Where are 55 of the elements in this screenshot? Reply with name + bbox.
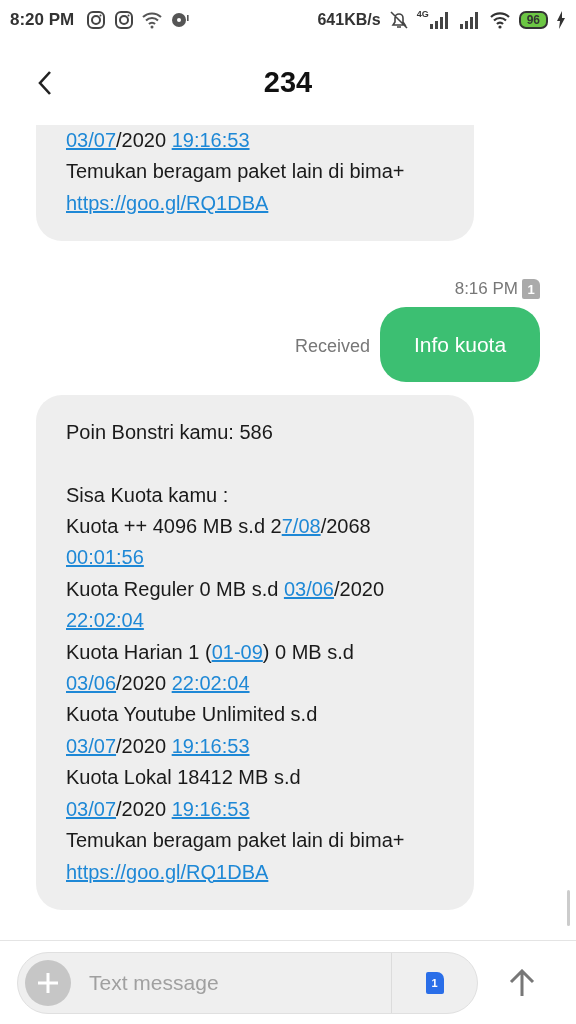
back-icon: [37, 70, 53, 96]
camera-app-icon: [114, 10, 135, 30]
delivery-status: Received: [294, 336, 370, 358]
message-text: Temukan beragam paket lain di bima+: [66, 160, 405, 183]
message-bubble: Info kuota: [380, 307, 540, 383]
signal-icon: [428, 11, 451, 29]
send-button[interactable]: [508, 967, 536, 998]
link[interactable]: 22:02:04: [171, 672, 250, 695]
status-time: 8:20 PM: [10, 10, 75, 30]
message-time: 8:16 PM: [454, 279, 518, 300]
link[interactable]: 19:16:53: [171, 797, 250, 820]
message-text: ) 0 MB s.d: [262, 640, 354, 663]
link[interactable]: 19:16:53: [171, 129, 250, 151]
message-text: /2020: [333, 577, 384, 600]
wifi-icon: [142, 11, 163, 29]
link[interactable]: 03/07: [66, 734, 117, 757]
network-speed: 641KB/s: [317, 11, 381, 29]
plus-icon: [36, 970, 60, 995]
message-text: Kuota Lokal 18412 MB s.d: [66, 766, 301, 789]
up-arrow-icon: [509, 968, 535, 997]
message-text: Temukan beragam paket lain di bima+: [66, 829, 405, 852]
link[interactable]: 03/06: [66, 672, 117, 695]
link[interactable]: https://goo.gl/RQ1DBA: [66, 860, 269, 883]
link[interactable]: 22:02:04: [66, 609, 144, 632]
message-text: Kuota Youtube Unlimited s.d: [66, 703, 318, 726]
wifi-icon: [488, 11, 511, 29]
message-text: /2020: [116, 129, 168, 151]
message-text: Poin Bonstri kamu: 586: [66, 421, 273, 444]
message-text: /2068: [320, 515, 371, 538]
message-text: /2020: [116, 797, 168, 820]
camera-app-icon: [86, 10, 107, 30]
message-input[interactable]: Text message 1: [17, 951, 478, 1014]
charging-bolt-icon: [556, 11, 566, 29]
sim-select-button[interactable]: 1: [391, 952, 477, 1013]
link[interactable]: https://goo.gl/RQ1DBA: [66, 191, 269, 214]
conversation-title: 234: [263, 66, 313, 99]
message-text: Kuota ++ 4096 MB s.d 2: [66, 515, 282, 538]
link[interactable]: 03/06: [283, 577, 334, 600]
network-type: 4G: [416, 9, 429, 19]
link[interactable]: 03/07: [66, 797, 117, 820]
muted-bell-icon: [388, 10, 409, 30]
scrollbar-thumb[interactable]: [567, 890, 570, 926]
sim-badge: 1: [522, 279, 540, 300]
message-text: Sisa Kuota kamu :: [66, 483, 229, 506]
message-text: Kuota Reguler 0 MB s.d: [66, 577, 280, 600]
signal-icon: [458, 11, 481, 29]
link[interactable]: 19:16:53: [171, 734, 250, 757]
message-text: Kuota Harian 1 (: [66, 640, 212, 663]
link[interactable]: 03/07: [66, 129, 117, 151]
link[interactable]: 7/08: [281, 515, 321, 538]
battery-level: 96: [518, 11, 548, 29]
link[interactable]: 00:01:56: [66, 546, 144, 569]
disc-icon: [170, 10, 191, 30]
message-text: /2020: [116, 734, 168, 757]
message-text: /2020: [116, 672, 168, 695]
